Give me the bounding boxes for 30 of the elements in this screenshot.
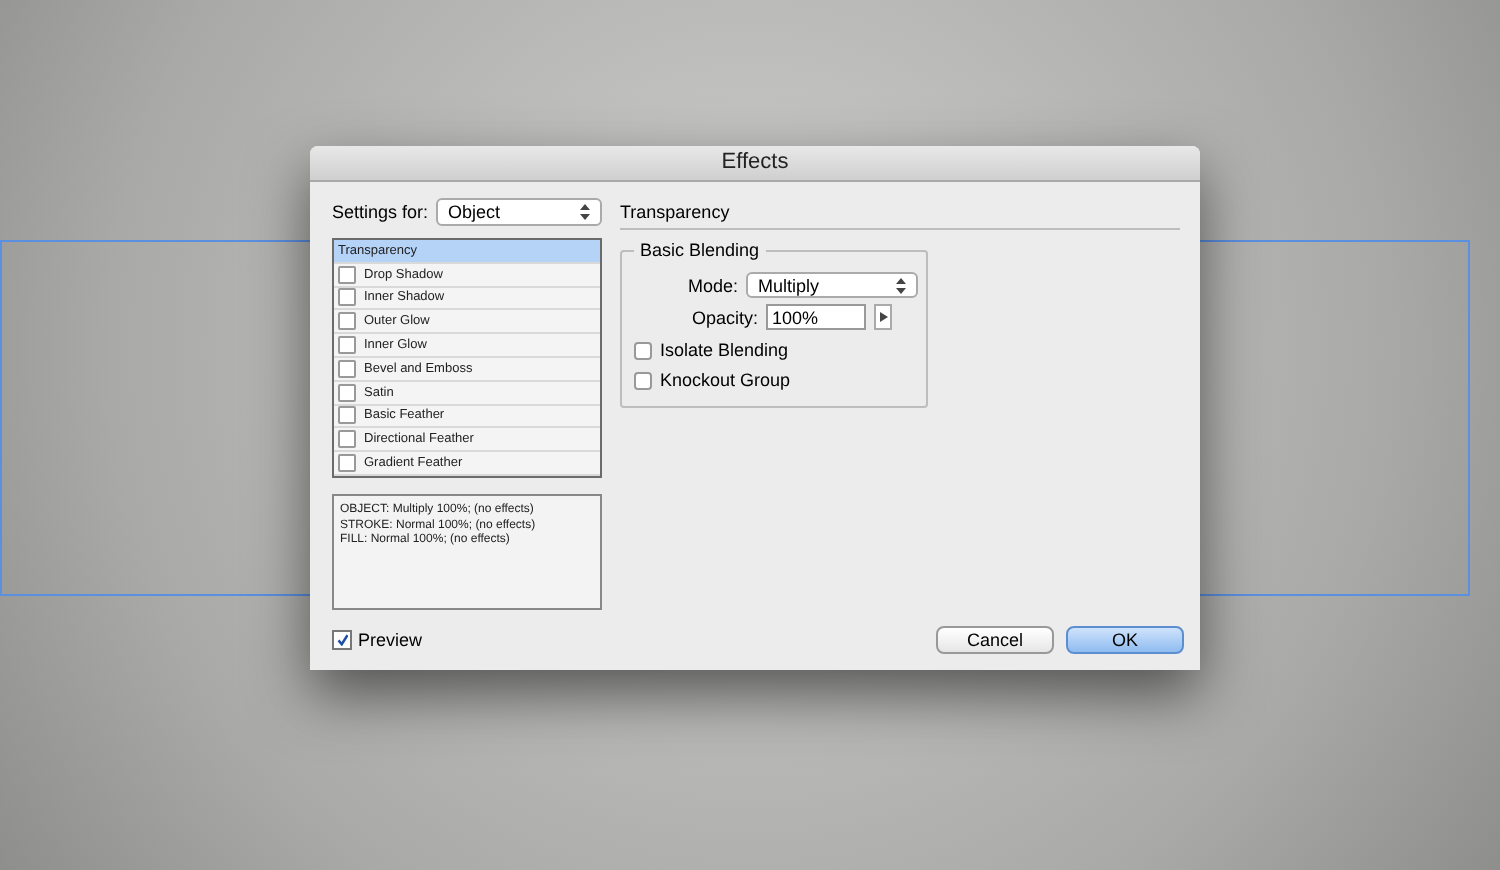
checkbox[interactable] [338,359,356,378]
checkbox[interactable] [338,454,356,473]
checkbox[interactable] [338,288,356,307]
preview-label: Preview [358,630,423,650]
opacity-field[interactable]: 100% [766,304,867,330]
settings-label: Settings for: [332,202,429,222]
group-label: Basic Blending [634,240,766,260]
settings-dropdown[interactable]: Object [436,198,602,226]
checkbox[interactable] [338,265,356,284]
opacity-label: Opacity: [692,307,759,327]
option-label: Isolate Blending [660,340,789,360]
triangle-icon [879,312,888,322]
panel-title: Transparency [620,202,1180,230]
updown-arrows-icon [580,204,590,220]
mode-dropdown[interactable]: Multiply [746,272,918,298]
updown-arrows-icon [896,277,906,293]
mode-label: Mode: [687,275,738,295]
checkbox[interactable] [332,630,352,650]
window-title: Effects [310,146,1200,182]
checkbox[interactable] [338,430,356,449]
checkbox[interactable] [634,341,652,359]
checkbox[interactable] [338,383,356,402]
option-label: Knockout Group [660,370,791,390]
checkbox[interactable] [338,406,356,425]
cancel-button[interactable]: Cancel [936,626,1054,654]
opacity-stepper[interactable] [874,304,893,330]
ok-button[interactable]: OK [1066,626,1184,654]
checkbox[interactable] [338,336,356,355]
checkbox[interactable] [338,312,356,331]
checkbox[interactable] [634,371,652,389]
